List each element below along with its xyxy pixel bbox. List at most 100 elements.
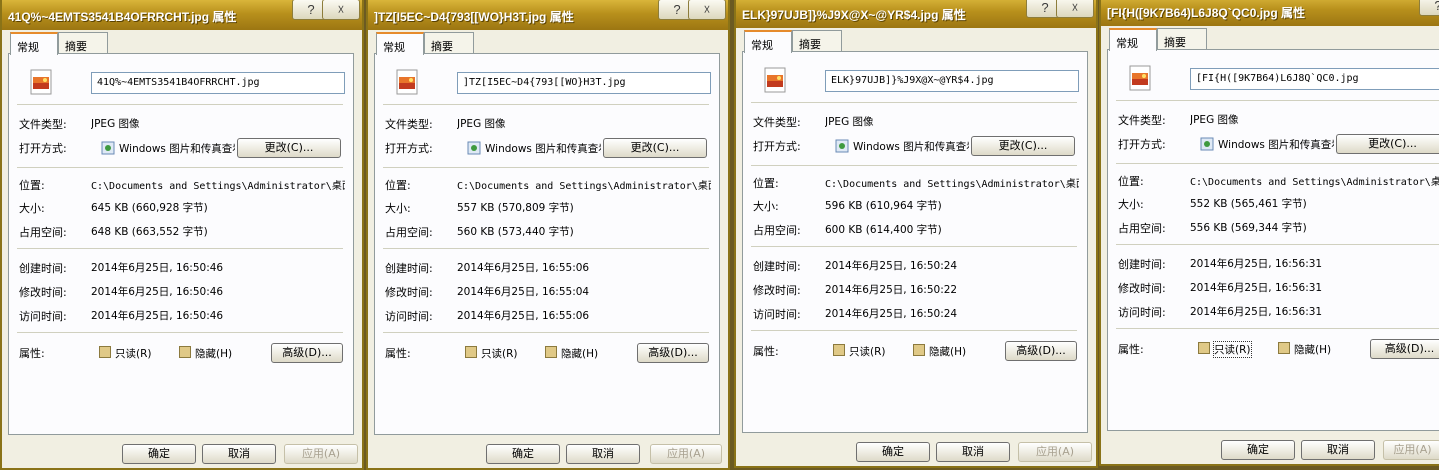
filename-field[interactable]: ]TZ[I5EC~D4{793[[WO}H3T.jpg xyxy=(457,72,711,94)
tab-general[interactable]: 常规 xyxy=(744,30,792,53)
close-button[interactable]: ☓ xyxy=(688,0,726,20)
size-label: 大小: xyxy=(385,202,411,215)
title-bar[interactable]: ELK}97UJB]}%J9X@X~@YR$4.jpg 属性 ? ☓ xyxy=(736,0,1096,28)
modified-label: 修改时间: xyxy=(19,286,67,299)
tab-summary[interactable]: 摘要 xyxy=(792,30,842,52)
location-value: C:\Documents and Settings\Administrator\… xyxy=(91,181,345,192)
tab-summary[interactable]: 摘要 xyxy=(58,32,108,54)
change-button[interactable]: 更改(C)... xyxy=(971,136,1075,156)
ok-button[interactable]: 确定 xyxy=(856,442,930,462)
modified-value: 2014年6月25日, 16:50:22 xyxy=(825,284,958,296)
general-panel: 41Q%~4EMTS3541B4OFRRCHT.jpg 文件类型: JPEG 图… xyxy=(8,53,354,435)
hidden-checkbox[interactable] xyxy=(1278,342,1290,354)
close-button[interactable]: ☓ xyxy=(1056,0,1094,18)
size-on-disk-label: 占用空间: xyxy=(1118,222,1166,235)
change-button[interactable]: 更改(C)... xyxy=(603,138,707,158)
readonly-checkbox[interactable] xyxy=(465,346,477,358)
created-value: 2014年6月25日, 16:50:46 xyxy=(91,262,224,274)
divider xyxy=(383,104,709,105)
size-label: 大小: xyxy=(1118,198,1144,211)
divider xyxy=(1116,163,1439,164)
filename-field[interactable]: ELK}97UJB]}%J9X@X~@YR$4.jpg xyxy=(825,70,1079,92)
opens-with-value: Windows 图片和传真查看器 xyxy=(119,143,235,155)
window-title: 41Q%~4EMTS3541B4OFRRCHT.jpg 属性 xyxy=(8,10,237,24)
hidden-checkbox[interactable] xyxy=(913,344,925,356)
ok-button[interactable]: 确定 xyxy=(486,444,560,464)
properties-dialog-2: ]TZ[I5EC~D4{793[[WO}H3T.jpg 属性 ? ☓ 常规 摘要… xyxy=(366,0,730,470)
dialog-buttons: 确定 取消 应用(A) xyxy=(736,433,1096,466)
location-value: C:\Documents and Settings\Administrator\… xyxy=(825,179,1079,190)
change-button[interactable]: 更改(C)... xyxy=(237,138,341,158)
attributes-label: 属性: xyxy=(19,347,45,360)
properties-dialog-4: [FI{H([9K7B64)L6J8Q`QC0.jpg 属性 ? 常规 摘要 [… xyxy=(1099,0,1439,466)
size-label: 大小: xyxy=(19,202,45,215)
ok-button[interactable]: 确定 xyxy=(1221,440,1295,460)
window-title: ELK}97UJB]}%J9X@X~@YR$4.jpg 属性 xyxy=(742,8,966,22)
hidden-checkbox[interactable] xyxy=(545,346,557,358)
title-bar[interactable]: ]TZ[I5EC~D4{793[[WO}H3T.jpg 属性 ? ☓ xyxy=(368,0,728,30)
divider xyxy=(17,248,343,249)
size-on-disk-label: 占用空间: xyxy=(19,226,67,239)
accessed-label: 访问时间: xyxy=(753,308,801,321)
advanced-button[interactable]: 高级(D)... xyxy=(1370,339,1439,359)
location-label: 位置: xyxy=(1118,175,1144,188)
dialog-buttons: 确定 取消 应用(A) xyxy=(1101,431,1439,464)
location-label: 位置: xyxy=(753,177,779,190)
image-viewer-icon xyxy=(1200,137,1214,151)
apply-button[interactable]: 应用(A) xyxy=(650,444,722,464)
divider xyxy=(383,332,709,333)
tab-general[interactable]: 常规 xyxy=(376,32,424,55)
modified-label: 修改时间: xyxy=(1118,282,1166,295)
modified-label: 修改时间: xyxy=(385,286,433,299)
apply-button[interactable]: 应用(A) xyxy=(284,444,358,464)
readonly-label: 只读(R) xyxy=(115,348,152,360)
change-button[interactable]: 更改(C)... xyxy=(1336,134,1439,154)
readonly-checkbox[interactable] xyxy=(1198,342,1210,354)
title-bar[interactable]: 41Q%~4EMTS3541B4OFRRCHT.jpg 属性 ? ☓ xyxy=(2,0,362,30)
file-type-value: JPEG 图像 xyxy=(1190,114,1239,126)
image-viewer-icon xyxy=(467,141,481,155)
filename-field[interactable]: 41Q%~4EMTS3541B4OFRRCHT.jpg xyxy=(91,72,345,94)
tab-general[interactable]: 常规 xyxy=(10,32,58,55)
location-label: 位置: xyxy=(19,179,45,192)
accessed-label: 访问时间: xyxy=(19,310,67,323)
readonly-checkbox[interactable] xyxy=(833,344,845,356)
tab-general[interactable]: 常规 xyxy=(1109,28,1157,51)
filename-field[interactable]: [FI{H([9K7B64)L6J8Q`QC0.jpg xyxy=(1190,68,1439,90)
hidden-label: 隐藏(H) xyxy=(929,346,967,358)
general-panel: ]TZ[I5EC~D4{793[[WO}H3T.jpg 文件类型: JPEG 图… xyxy=(374,53,720,435)
created-label: 创建时间: xyxy=(19,262,67,275)
tab-summary[interactable]: 摘要 xyxy=(424,32,474,54)
size-value: 645 KB (660,928 字节) xyxy=(91,202,208,214)
divider xyxy=(383,248,709,249)
readonly-checkbox[interactable] xyxy=(99,346,111,358)
accessed-value: 2014年6月25日, 16:50:46 xyxy=(91,310,224,322)
modified-value: 2014年6月25日, 16:55:04 xyxy=(457,286,590,298)
title-bar[interactable]: [FI{H([9K7B64)L6J8Q`QC0.jpg 属性 ? xyxy=(1101,0,1439,26)
advanced-button[interactable]: 高级(D)... xyxy=(637,343,709,363)
cancel-button[interactable]: 取消 xyxy=(936,442,1010,462)
close-button[interactable]: ☓ xyxy=(322,0,360,20)
created-label: 创建时间: xyxy=(385,262,433,275)
tab-summary[interactable]: 摘要 xyxy=(1157,28,1207,50)
divider xyxy=(1116,328,1439,329)
cancel-button[interactable]: 取消 xyxy=(566,444,640,464)
jpeg-file-icon xyxy=(764,67,786,93)
advanced-button[interactable]: 高级(D)... xyxy=(271,343,343,363)
apply-button[interactable]: 应用(A) xyxy=(1383,440,1439,460)
opens-with-value: Windows 图片和传真查看器 xyxy=(853,141,969,153)
properties-dialog-3: ELK}97UJB]}%J9X@X~@YR$4.jpg 属性 ? ☓ 常规 摘要… xyxy=(734,0,1098,468)
window-title: [FI{H([9K7B64)L6J8Q`QC0.jpg 属性 xyxy=(1107,6,1306,20)
help-button[interactable]: ? xyxy=(1419,0,1439,16)
location-value: C:\Documents and Settings\Administrator\… xyxy=(1190,177,1439,188)
ok-button[interactable]: 确定 xyxy=(122,444,196,464)
cancel-button[interactable]: 取消 xyxy=(202,444,276,464)
cancel-button[interactable]: 取消 xyxy=(1301,440,1375,460)
accessed-value: 2014年6月25日, 16:50:24 xyxy=(825,308,958,320)
advanced-button[interactable]: 高级(D)... xyxy=(1005,341,1077,361)
opens-with-label: 打开方式: xyxy=(19,142,67,155)
attributes-label: 属性: xyxy=(1118,343,1144,356)
hidden-checkbox[interactable] xyxy=(179,346,191,358)
hidden-label: 隐藏(H) xyxy=(561,348,599,360)
apply-button[interactable]: 应用(A) xyxy=(1018,442,1092,462)
